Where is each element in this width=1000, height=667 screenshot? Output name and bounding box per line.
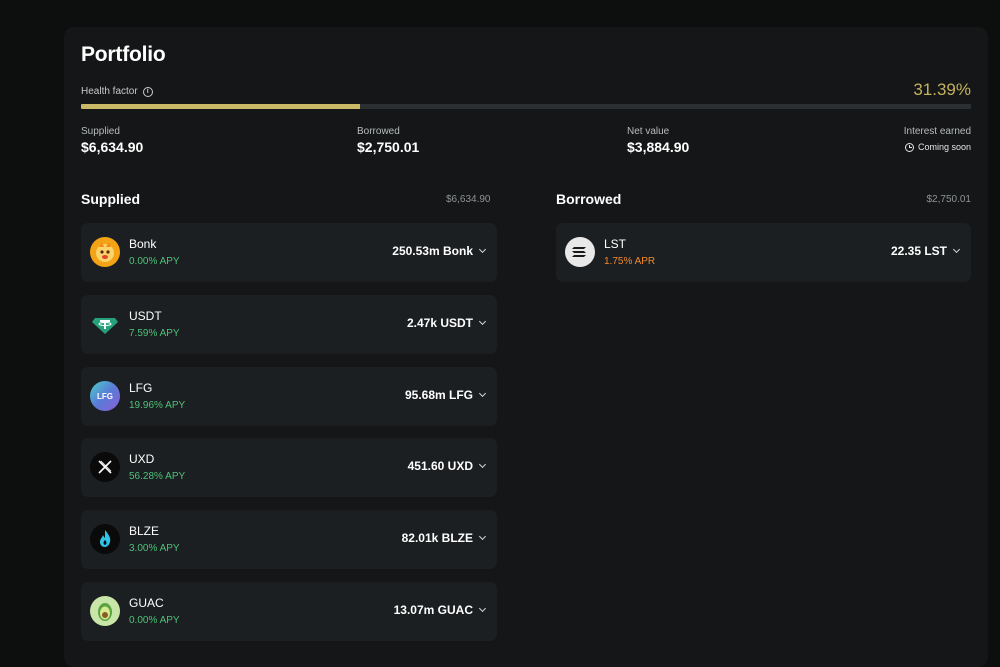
net-value-stat: Net value $3,884.90 — [627, 126, 689, 155]
chevron-down-icon[interactable] — [478, 460, 487, 469]
chevron-down-icon[interactable] — [478, 317, 487, 326]
token-name: LST — [604, 237, 627, 251]
health-factor-label-text: Health factor — [81, 86, 138, 97]
net-value-stat-label: Net value — [627, 126, 670, 137]
health-factor-fill — [81, 104, 361, 109]
health-factor-label: Health factor i — [81, 86, 153, 97]
token-rate: 0.00% APY — [129, 256, 180, 267]
token-name: LFG — [129, 381, 153, 395]
token-rate: 3.00% APY — [129, 543, 180, 554]
info-icon[interactable]: i — [142, 86, 153, 97]
net-value-stat-value: $3,884.90 — [627, 139, 690, 155]
token-name: UXD — [129, 452, 155, 466]
token-amount-text: 451.60 UXD — [407, 459, 473, 473]
guac-icon — [90, 596, 120, 626]
token-amount-text: 13.07m GUAC — [393, 603, 473, 617]
chevron-down-icon[interactable] — [478, 532, 487, 541]
svg-text:LFG: LFG — [97, 392, 113, 401]
token-rate: 19.96% APY — [129, 400, 186, 411]
token-amount[interactable]: 451.60 UXD — [407, 459, 487, 473]
lst-icon — [565, 237, 595, 267]
health-factor-value: 31.39% — [913, 80, 971, 99]
supplied-item-guac[interactable]: GUAC 0.00% APY 13.07m GUAC — [81, 582, 497, 641]
health-factor-bar — [81, 104, 971, 109]
token-amount[interactable]: 250.53m Bonk — [392, 244, 487, 258]
supplied-stat-label: Supplied — [81, 126, 120, 137]
supplied-item-uxd[interactable]: UXD 56.28% APY 451.60 UXD — [81, 438, 497, 497]
supplied-item-blze[interactable]: BLZE 3.00% APY 82.01k BLZE — [81, 510, 497, 569]
lfg-icon: LFG — [90, 381, 120, 411]
token-amount-text: 82.01k BLZE — [401, 531, 473, 545]
token-amount[interactable]: 95.68m LFG — [404, 388, 487, 402]
token-name: GUAC — [129, 596, 164, 610]
token-amount[interactable]: 82.01k BLZE — [401, 531, 487, 545]
token-amount-text: 2.47k USDT — [406, 316, 473, 330]
borrowed-item-lst[interactable]: LST 1.75% APR 22.35 LST — [556, 223, 971, 282]
token-name: USDT — [129, 309, 162, 323]
borrowed-total: $2,750.01 — [926, 194, 972, 205]
token-amount-text: 250.53m Bonk — [392, 244, 473, 258]
token-amount[interactable]: 2.47k USDT — [406, 316, 487, 330]
token-rate: 56.28% APY — [129, 471, 186, 482]
coming-soon-badge: Coming soon — [904, 142, 971, 152]
token-amount-text: 22.35 LST — [890, 244, 947, 258]
page-title: Portfolio — [81, 43, 166, 66]
token-name: Bonk — [129, 237, 157, 251]
chevron-down-icon[interactable] — [478, 389, 487, 398]
chevron-down-icon[interactable] — [478, 245, 487, 254]
supplied-heading: Supplied — [81, 191, 141, 207]
chevron-down-icon[interactable] — [478, 604, 487, 613]
supplied-item-usdt[interactable]: USDT 7.59% APY 2.47k USDT — [81, 295, 497, 354]
usdt-icon — [90, 309, 120, 339]
coming-soon-text: Coming soon — [917, 142, 971, 152]
supplied-stat: Supplied $6,634.90 — [81, 126, 143, 155]
token-amount-text: 95.68m LFG — [404, 388, 473, 402]
supplied-item-bonk[interactable]: Bonk 0.00% APY 250.53m Bonk — [81, 223, 497, 282]
clock-icon — [904, 142, 914, 152]
bonk-icon — [90, 237, 120, 267]
token-rate: 7.59% APY — [129, 328, 180, 339]
supplied-item-lfg[interactable]: LFG LFG 19.96% APY 95.68m LFG — [81, 367, 497, 426]
borrowed-stat-label: Borrowed — [357, 126, 400, 137]
token-name: BLZE — [129, 524, 160, 538]
token-amount[interactable]: 22.35 LST — [890, 244, 961, 258]
token-amount[interactable]: 13.07m GUAC — [393, 603, 487, 617]
borrowed-stat: Borrowed $2,750.01 — [357, 126, 419, 155]
token-rate: 0.00% APY — [129, 615, 180, 626]
supplied-stat-value: $6,634.90 — [81, 139, 144, 155]
interest-earned-label: Interest earned — [903, 126, 971, 137]
chevron-down-icon[interactable] — [952, 245, 961, 254]
portfolio-panel: Portfolio Health factor i 31.39% Supplie… — [64, 27, 988, 667]
borrowed-heading: Borrowed — [556, 191, 622, 207]
borrowed-stat-value: $2,750.01 — [357, 139, 420, 155]
token-rate: 1.75% APR — [604, 256, 656, 267]
interest-earned-stat: Interest earned Coming soon — [904, 126, 971, 152]
blze-icon — [90, 524, 120, 554]
uxd-icon — [90, 452, 120, 482]
supplied-total: $6,634.90 — [446, 194, 491, 205]
